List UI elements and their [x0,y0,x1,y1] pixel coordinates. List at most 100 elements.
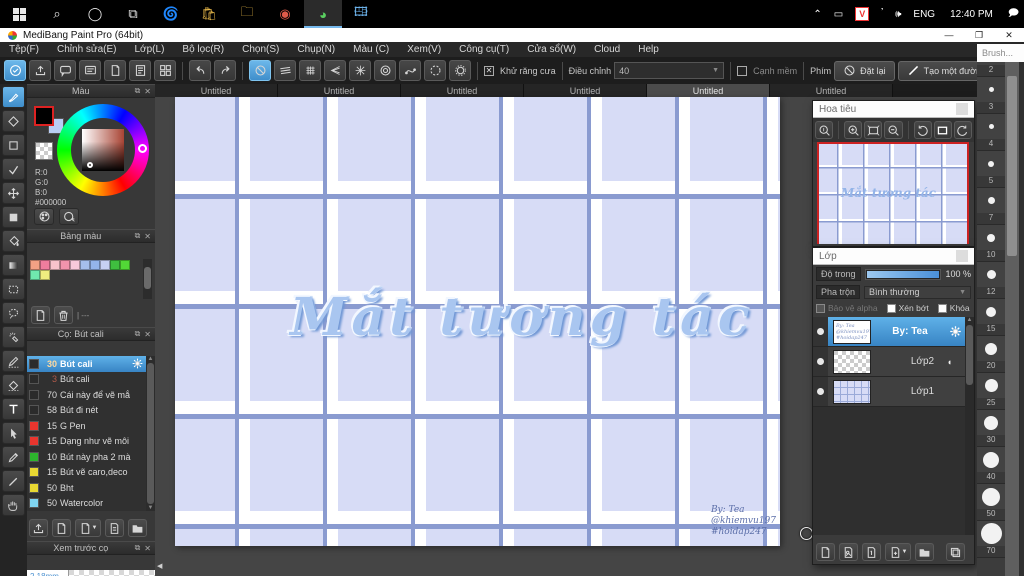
zoom-in-button[interactable] [844,121,863,139]
palette-add-icon[interactable] [59,208,79,225]
brush-size-item-5[interactable]: 5 [977,151,1005,188]
close-icon[interactable]: ✕ [144,232,151,241]
comment-button[interactable] [54,60,76,81]
upload-brush-button[interactable] [29,519,48,537]
restore-button[interactable]: ❐ [964,28,994,42]
tool-spoit[interactable] [2,446,25,468]
reset-button[interactable]: Đặt lại [834,60,895,81]
new-swatch-button[interactable] [31,306,50,324]
clipping-checkbox[interactable] [886,303,896,313]
zoom-fit-button[interactable] [864,121,883,139]
tiles-button[interactable] [154,60,176,81]
foreground-color-swatch[interactable] [34,106,54,126]
layers-header[interactable]: Lớp [813,248,974,265]
popout-icon[interactable]: ⧉ [135,86,141,96]
brush-sizes-header[interactable]: Brush... [977,44,1024,62]
layer-folder-button[interactable] [915,543,934,561]
undo-button[interactable] [189,60,211,81]
palette-scrollbar[interactable] [143,259,152,299]
brush-size-item-40[interactable]: 40 [977,447,1005,484]
tool-hand[interactable] [2,494,25,516]
tool-select[interactable] [2,278,25,300]
file-explorer-icon[interactable]: 🗀 [228,0,266,28]
edge-icon[interactable]: 🌀 [152,0,190,28]
palette-swatch[interactable] [80,260,90,270]
menu-item-4[interactable]: Chọn(S) [233,42,288,57]
popout-icon[interactable]: ⧉ [135,231,141,241]
canvas-tab-5[interactable]: Untitled [770,84,893,97]
correction-mesh-button[interactable] [299,60,321,81]
brush-size-item-3[interactable]: 3 [977,77,1005,114]
brush-row[interactable]: 15 G Pen [27,418,146,434]
brush-row[interactable]: 15 Dạng như vẽ môi [27,434,146,450]
protect-alpha-checkbox[interactable] [816,303,825,313]
close-icon[interactable]: ✕ [144,544,151,553]
canvas-tab-3[interactable]: Untitled [524,84,647,97]
minimize-button[interactable]: — [934,28,964,42]
canvas-tab-1[interactable]: Untitled [278,84,401,97]
new-layer-button[interactable] [816,543,835,561]
correction-gear-button[interactable] [449,60,471,81]
layers-menu-button[interactable] [956,250,968,262]
brush-size-item-70[interactable]: 70 [977,521,1005,558]
menu-item-1[interactable]: Chỉnh sửa(E) [48,42,126,57]
canvas-tab-2[interactable]: Untitled [401,84,524,97]
brush-settings-gear-icon[interactable] [131,357,144,370]
tool-bucket[interactable] [2,230,25,252]
upload-button[interactable] [29,60,51,81]
navigator-thumbnail[interactable]: Mắt tương tác [817,142,969,244]
document-button[interactable] [104,60,126,81]
script-brush-button[interactable] [105,519,124,537]
palette-swatch[interactable] [70,260,80,270]
tool-selpen[interactable] [2,350,25,372]
tool-gradient[interactable] [2,254,25,276]
brush-row[interactable]: 10 Bút này pha 2 mà [27,449,146,465]
new-1bit-layer-button[interactable] [862,543,881,561]
correction-concentric-button[interactable] [374,60,396,81]
clock[interactable]: 12:40 PM [942,9,1001,20]
new-brush-menu-button[interactable]: ▼ [75,519,101,537]
brush-row[interactable]: 50 Bht [27,480,146,496]
tool-fillrect[interactable] [2,206,25,228]
navigator-header[interactable]: Hoa tiêu [813,101,974,118]
color-wheel[interactable] [57,104,149,196]
tool-pen[interactable] [2,470,25,492]
delete-swatch-button[interactable] [54,306,73,324]
tool-polyline[interactable] [2,158,25,180]
zoom-out-button[interactable] [884,121,903,139]
canvas[interactable]: Mắt tương tác By: Tea @khiemvu197 #hoidap2… [175,97,780,546]
tool-operation[interactable] [2,422,25,444]
duplicate-layer-button[interactable] [839,543,858,561]
palette-swatch[interactable] [90,260,100,270]
tool-text[interactable] [2,398,25,420]
brush-row[interactable]: 30 Bút cali [27,356,146,372]
battery-icon[interactable]: ▭ [829,0,848,28]
tool-wand[interactable] [2,326,25,348]
language-indicator[interactable]: ENG [908,0,940,28]
layer-row[interactable]: Lớp1 [813,377,974,407]
brush-size-item-10[interactable]: 10 [977,225,1005,262]
canvas-tab-4[interactable]: Untitled [647,84,770,97]
palette-swatch[interactable] [50,260,60,270]
brush-row[interactable]: 58 Bút đi nét [27,403,146,419]
tool-brush[interactable] [2,86,25,108]
brush-row[interactable]: 15 Bút vẽ caro,deco [27,465,146,481]
reset-view-button[interactable] [933,121,952,139]
brush-size-item-12[interactable]: 12 [977,262,1005,299]
brush-row[interactable]: 50 Watercolor [27,496,146,512]
brush-size-scrollbar[interactable] [1005,62,1019,576]
hue-marker[interactable] [138,144,147,153]
photos-icon[interactable]: 🖽 [342,0,380,28]
palette-swatch[interactable] [60,260,70,270]
medibang-cloud-button[interactable] [4,60,26,81]
menu-item-0[interactable]: Tệp(F) [0,42,48,57]
rotate-left-button[interactable] [913,121,932,139]
layer-settings-gear-icon[interactable] [949,325,962,338]
menu-item-11[interactable]: Help [629,42,668,57]
close-button[interactable]: ✕ [994,28,1024,42]
brush-folder-button[interactable] [128,519,147,537]
wifi-icon[interactable]: 𝄒 [876,0,888,28]
menu-item-10[interactable]: Cloud [585,42,629,57]
layer-row[interactable]: Lớp2 ◖ [813,347,974,377]
menu-item-9[interactable]: Cửa sổ(W) [518,42,585,57]
